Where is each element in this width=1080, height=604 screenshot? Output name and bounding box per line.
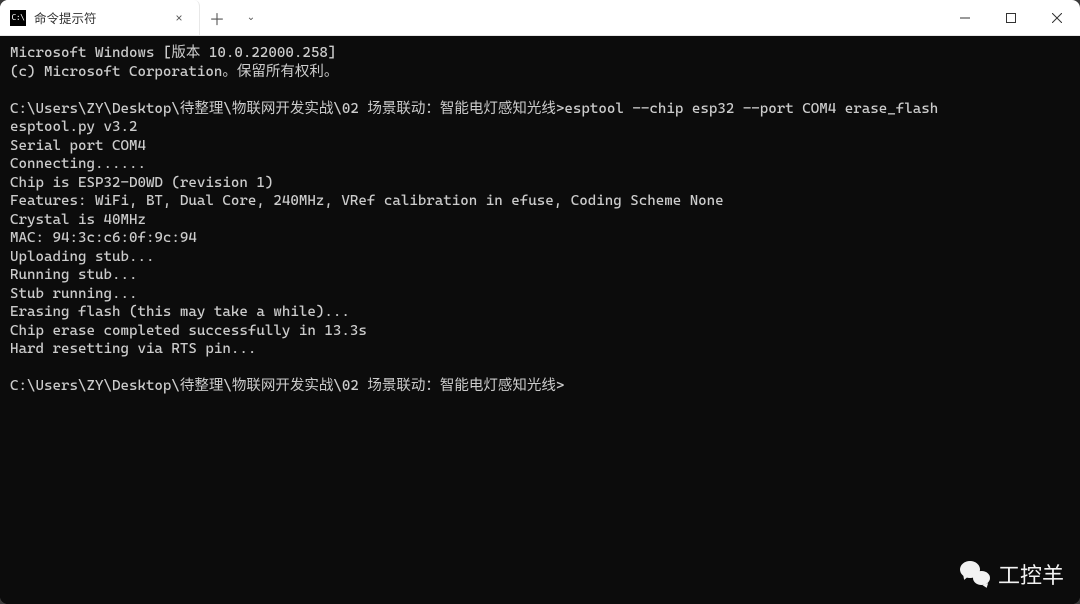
tab-cmd[interactable]: C:\ 命令提示符 × xyxy=(0,0,200,35)
minimize-icon xyxy=(960,13,970,23)
terminal-window: C:\ 命令提示符 × ＋ ⌄ Microsoft Windows [版本 10… xyxy=(0,0,1080,604)
close-icon xyxy=(1052,13,1062,23)
close-button[interactable] xyxy=(1034,0,1080,36)
watermark: 工控羊 xyxy=(960,558,1064,590)
new-tab-button[interactable]: ＋ xyxy=(200,0,234,35)
wechat-icon xyxy=(960,561,990,587)
tab-dropdown-button[interactable]: ⌄ xyxy=(234,0,268,35)
minimize-button[interactable] xyxy=(942,0,988,36)
window-controls xyxy=(942,0,1080,35)
maximize-button[interactable] xyxy=(988,0,1034,36)
terminal-output[interactable]: Microsoft Windows [版本 10.0.22000.258] (c… xyxy=(0,36,1080,604)
titlebar-drag-region[interactable] xyxy=(268,0,942,35)
cmd-icon: C:\ xyxy=(10,10,26,26)
tab-close-button[interactable]: × xyxy=(171,10,187,26)
maximize-icon xyxy=(1006,13,1016,23)
watermark-text: 工控羊 xyxy=(998,558,1064,590)
titlebar: C:\ 命令提示符 × ＋ ⌄ xyxy=(0,0,1080,36)
tab-title: 命令提示符 xyxy=(34,8,163,27)
